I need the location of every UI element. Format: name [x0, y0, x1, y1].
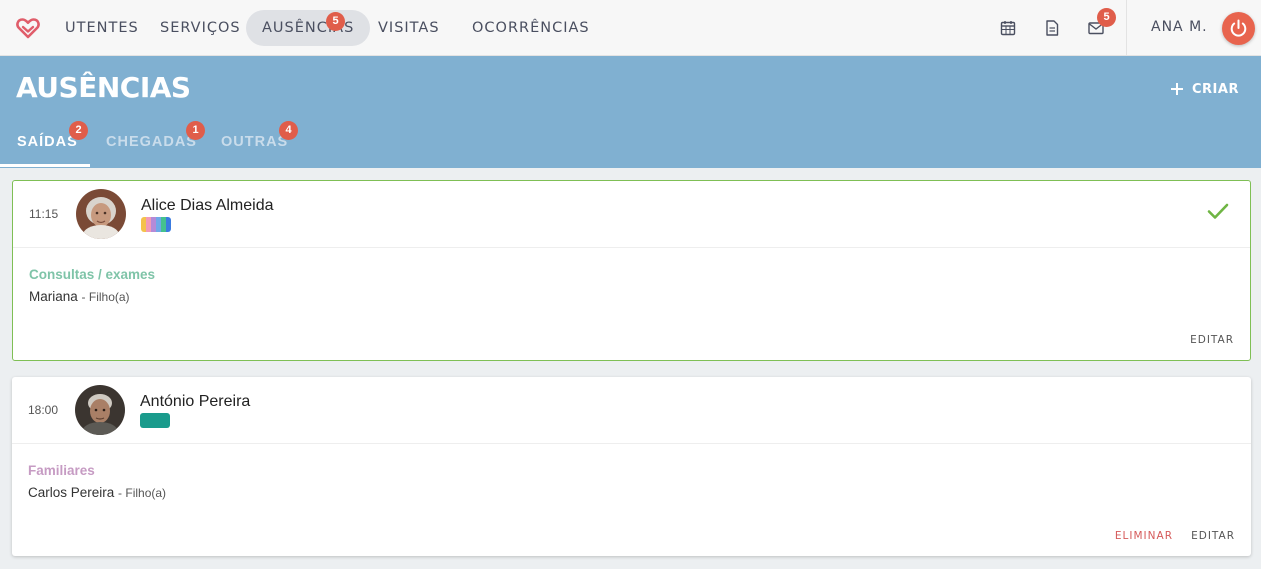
nav-utentes[interactable]: UTENTES — [65, 10, 139, 46]
companion-name: Carlos Pereira — [28, 485, 115, 500]
absence-time: 11:15 — [29, 207, 59, 221]
absence-card-header: 11:15 Alice Dias Almeida — [13, 181, 1250, 248]
tab-saidas[interactable]: SAÍDAS — [17, 134, 78, 150]
create-button-label: CRIAR — [1192, 81, 1239, 97]
delete-button[interactable]: ELIMINAR — [1115, 530, 1173, 542]
absence-card-header: 18:00 António Pereira — [12, 377, 1251, 444]
tag-swatch — [140, 413, 170, 428]
plus-icon — [1171, 83, 1183, 95]
tab-chegadas[interactable]: CHEGADAS — [106, 134, 197, 150]
absence-time: 18:00 — [28, 403, 59, 417]
messages-count-badge: 5 — [1097, 8, 1116, 27]
checkmark-icon[interactable] — [1206, 199, 1230, 223]
outras-count-badge: 4 — [279, 121, 298, 140]
avatar — [75, 385, 125, 435]
saidas-count-badge: 2 — [69, 121, 88, 140]
avatar — [76, 189, 126, 239]
resident-name[interactable]: Alice Dias Almeida — [141, 197, 274, 215]
active-tab-indicator — [0, 164, 90, 167]
absence-card[interactable]: 11:15 Alice Dias Almeida Consultas / exa… — [12, 180, 1251, 361]
companion-info: Mariana - Filho(a) — [29, 289, 130, 304]
page-header: AUSÊNCIAS CRIAR SAÍDAS 2 CHEGADAS 1 OUTR… — [0, 56, 1261, 168]
edit-button[interactable]: EDITAR — [1190, 334, 1234, 346]
resident-name[interactable]: António Pereira — [140, 393, 250, 411]
nav-ocorrencias[interactable]: OCORRÊNCIAS — [472, 10, 590, 46]
user-name[interactable]: ANA M. — [1151, 19, 1208, 35]
absence-category: Familiares — [28, 463, 95, 478]
absence-category: Consultas / exames — [29, 267, 156, 282]
logout-button[interactable] — [1222, 12, 1255, 45]
resident-tags — [141, 217, 171, 232]
nav-servicos[interactable]: SERVIÇOS — [160, 10, 241, 46]
power-icon — [1230, 19, 1247, 37]
heart-logo-icon[interactable] — [16, 16, 40, 40]
user-divider — [1126, 0, 1127, 56]
companion-info: Carlos Pereira - Filho(a) — [28, 485, 166, 500]
page-title: AUSÊNCIAS — [16, 71, 191, 104]
tag-swatch — [166, 217, 171, 232]
absence-card[interactable]: 18:00 António Pereira Familiares Carlos … — [12, 377, 1251, 556]
ausencias-count-badge: 5 — [326, 12, 345, 31]
chegadas-count-badge: 1 — [186, 121, 205, 140]
calendar-icon[interactable] — [999, 19, 1017, 37]
top-navigation: UTENTES SERVIÇOS AUSÊNCIAS 5 VISITAS OCO… — [0, 0, 1261, 56]
document-icon[interactable] — [1043, 19, 1061, 37]
companion-name: Mariana — [29, 289, 78, 304]
nav-ausencias[interactable]: AUSÊNCIAS — [246, 10, 371, 46]
resident-tags — [140, 413, 170, 428]
companion-relation: - Filho(a) — [118, 486, 167, 500]
companion-relation: - Filho(a) — [81, 290, 130, 304]
nav-visitas[interactable]: VISITAS — [378, 10, 440, 46]
edit-button[interactable]: EDITAR — [1191, 530, 1235, 542]
tab-outras[interactable]: OUTRAS — [221, 134, 288, 150]
create-button[interactable]: CRIAR — [1170, 79, 1239, 99]
